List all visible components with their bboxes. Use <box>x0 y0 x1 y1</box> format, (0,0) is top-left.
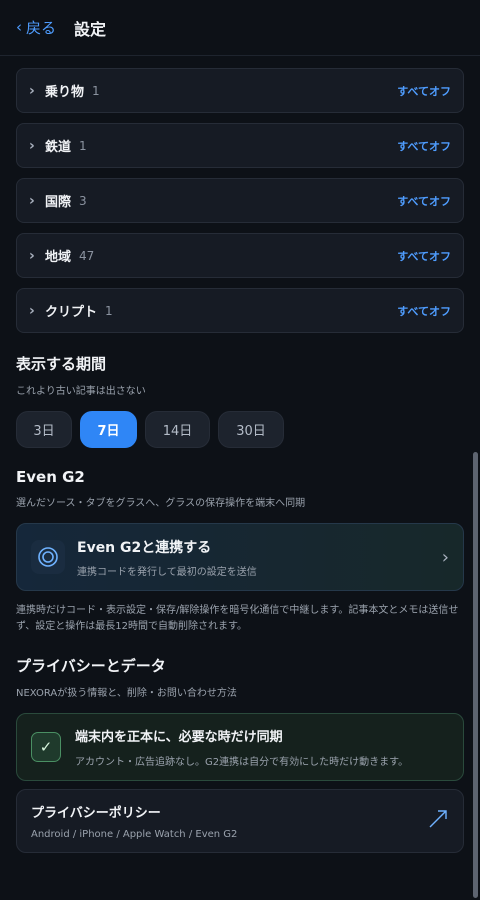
page-title: 設定 <box>74 19 107 39</box>
even-g2-card-text: Even G2と連携する 連携コードを発行して最初の設定を送信 <box>77 537 257 578</box>
all-off-button[interactable]: すべてオフ <box>397 83 451 99</box>
back-button[interactable]: ‹ 戻る <box>16 17 56 38</box>
period-option-14d[interactable]: 14日 <box>145 411 210 448</box>
category-row-international[interactable]: › 国際 3 すべてオフ <box>16 178 464 223</box>
category-row-regional[interactable]: › 地域 47 すべてオフ <box>16 233 464 278</box>
chevron-right-icon: › <box>29 247 35 264</box>
chevron-right-icon: › <box>29 302 35 319</box>
even-g2-connect-card[interactable]: Even G2と連携する 連携コードを発行して最初の設定を送信 › <box>16 523 464 591</box>
period-section-subtitle: これより古い記事は出さない <box>16 386 146 397</box>
category-list: › 乗り物 1 すべてオフ › 鉄道 1 すべてオフ › 国際 3 すべてオフ … <box>16 68 464 333</box>
period-option-7d[interactable]: 7日 <box>80 411 137 448</box>
settings-content: › 乗り物 1 すべてオフ › 鉄道 1 すべてオフ › 国際 3 すべてオフ … <box>0 56 480 853</box>
chevron-right-icon: › <box>29 82 35 99</box>
even-g2-card-subtitle: 連携コードを発行して最初の設定を送信 <box>77 566 257 578</box>
even-g2-section-subtitle: 選んだソース・タブをグラスへ、グラスの保存操作を端末へ同期 <box>16 498 306 509</box>
all-off-button[interactable]: すべてオフ <box>397 303 451 319</box>
back-label: 戻る <box>26 19 57 37</box>
scrollbar[interactable] <box>473 452 478 898</box>
category-row-railway[interactable]: › 鉄道 1 すべてオフ <box>16 123 464 168</box>
chevron-left-icon: ‹ <box>16 18 22 36</box>
privacy-section-title: プライバシーとデータ <box>16 657 166 675</box>
sync-info-text: 端末内を正本に、必要な時だけ同期 アカウント・広告追跡なし。G2連携は自分で有効… <box>75 726 408 768</box>
category-count: 1 <box>79 138 87 153</box>
category-count: 3 <box>79 193 87 208</box>
privacy-policy-subtitle: Android / iPhone / Apple Watch / Even G2 <box>31 829 238 840</box>
chevron-right-icon: › <box>29 137 35 154</box>
category-name: 乗り物 <box>45 85 85 100</box>
period-option-30d[interactable]: 30日 <box>218 411 284 448</box>
category-name: クリプト <box>45 305 98 320</box>
category-count: 1 <box>105 303 113 318</box>
all-off-button[interactable]: すべてオフ <box>397 248 451 264</box>
privacy-policy-text: プライバシーポリシー Android / iPhone / Apple Watc… <box>31 802 237 840</box>
category-row-vehicles[interactable]: › 乗り物 1 すべてオフ <box>16 68 464 113</box>
privacy-policy-title: プライバシーポリシー <box>31 806 161 821</box>
even-g2-note: 連携時だけコード・表示設定・保存/解除操作を暗号化通信で中継します。記事本文とメ… <box>16 605 459 632</box>
category-name: 鉄道 <box>45 140 72 155</box>
privacy-policy-link[interactable]: プライバシーポリシー Android / iPhone / Apple Watc… <box>16 789 464 853</box>
sync-info-card: ✓ 端末内を正本に、必要な時だけ同期 アカウント・広告追跡なし。G2連携は自分で… <box>16 713 464 781</box>
category-count: 1 <box>92 83 100 98</box>
period-option-3d[interactable]: 3日 <box>16 411 72 448</box>
all-off-button[interactable]: すべてオフ <box>397 193 451 209</box>
privacy-section-subtitle: NEXORAが扱う情報と、削除・お問い合わせ方法 <box>16 688 237 699</box>
period-selector: 3日 7日 14日 30日 <box>16 411 464 448</box>
all-off-button[interactable]: すべてオフ <box>397 138 451 154</box>
sync-info-subtitle: アカウント・広告追跡なし。G2連携は自分で有効にした時だけ動きます。 <box>75 757 409 768</box>
even-g2-section-title: Even G2 <box>16 468 85 486</box>
settings-screen: ‹ 戻る 設定 › 乗り物 1 すべてオフ › 鉄道 1 すべてオフ › 国際 … <box>0 0 480 900</box>
chevron-right-icon: › <box>441 546 449 568</box>
category-count: 47 <box>79 248 95 263</box>
external-arrow-icon <box>427 808 449 834</box>
category-name: 国際 <box>45 195 72 210</box>
chevron-right-icon: › <box>29 192 35 209</box>
rings-icon <box>31 540 65 574</box>
category-name: 地域 <box>45 250 72 265</box>
sync-info-title: 端末内を正本に、必要な時だけ同期 <box>75 730 283 745</box>
check-icon: ✓ <box>31 732 61 762</box>
category-row-crypto[interactable]: › クリプト 1 すべてオフ <box>16 288 464 333</box>
header: ‹ 戻る 設定 <box>0 0 480 56</box>
period-section-title: 表示する期間 <box>16 355 107 373</box>
even-g2-card-title: Even G2と連携する <box>77 539 212 556</box>
